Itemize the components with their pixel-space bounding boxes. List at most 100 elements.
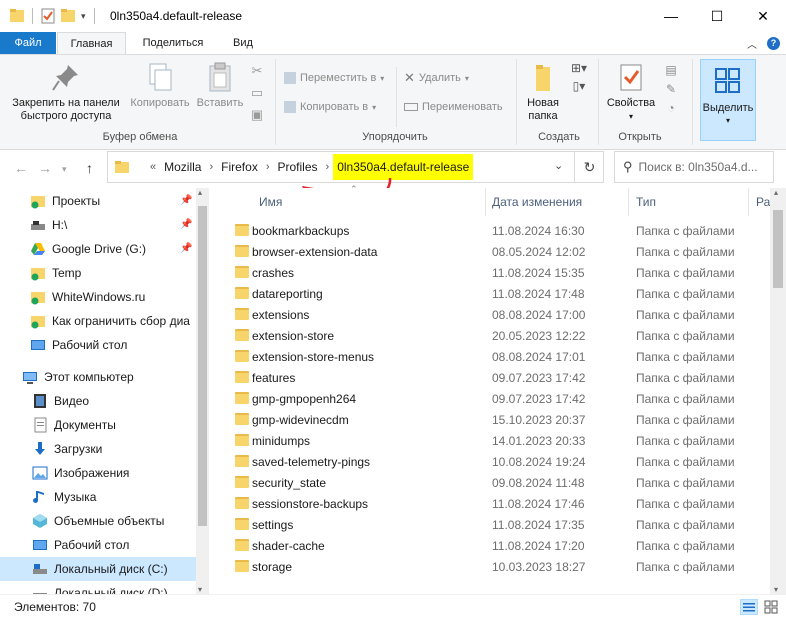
table-row[interactable]: shader-cache 11.08.2024 17:20 Папка с файл… <box>210 535 770 556</box>
breadcrumb-profiles[interactable]: Profiles <box>274 160 322 174</box>
nav-item-desktop[interactable]: Рабочий стол <box>32 533 209 557</box>
column-divider[interactable] <box>748 188 749 216</box>
tab-file[interactable]: Файл <box>0 32 56 54</box>
pin-quick-access-button[interactable]: Закрепить на панели быстрого доступа <box>6 61 126 123</box>
column-divider[interactable] <box>628 188 629 216</box>
scroll-up-icon[interactable]: ▴ <box>198 188 202 197</box>
easy-access-icon[interactable]: ▯▾ <box>573 79 586 93</box>
nav-item-music[interactable]: Музыка <box>32 485 209 509</box>
table-row[interactable]: minidumps 14.01.2023 20:33 Папка с файлами <box>210 430 770 451</box>
table-row[interactable]: datareporting 11.08.2024 17:48 Папка с фай… <box>210 283 770 304</box>
ribbon-options: ︿ ? <box>747 36 780 51</box>
details-view-icon[interactable] <box>740 599 758 615</box>
paste-button[interactable]: Вставить <box>194 61 246 110</box>
new-item-icon[interactable]: ⊞▾ <box>571 61 587 75</box>
pin-icon[interactable]: 📌 <box>180 219 192 230</box>
table-row[interactable]: security_state 09.08.2024 11:48 Папка с фа… <box>210 472 770 493</box>
column-divider[interactable] <box>485 188 486 216</box>
table-row[interactable]: crashes 11.08.2024 15:35 Папка с файлами <box>210 262 770 283</box>
recent-locations-icon[interactable]: ▾ <box>62 164 67 175</box>
chevron-down-icon[interactable]: ▾ <box>81 11 86 22</box>
tab-view[interactable]: Вид <box>220 32 266 54</box>
table-row[interactable]: settings 11.08.2024 17:35 Папка с файлами <box>210 514 770 535</box>
nav-item-3d-objects[interactable]: Объемные объекты <box>32 509 209 533</box>
close-button[interactable]: ✕ <box>740 0 786 32</box>
minimize-button[interactable]: — <box>648 0 694 32</box>
chevron-right-icon[interactable]: › <box>322 161 334 173</box>
properties-button[interactable]: Свойства ▾ <box>604 61 658 123</box>
delete-button[interactable]: ✕ Удалить ▾ <box>404 69 469 87</box>
nav-label: Загрузки <box>54 442 103 456</box>
edit-icon[interactable]: ✎ <box>666 82 676 96</box>
rename-button[interactable]: Переименовать <box>404 98 503 116</box>
forward-arrow-icon[interactable]: → <box>38 160 52 176</box>
scroll-up-icon[interactable]: ▴ <box>774 188 778 197</box>
scrollbar-thumb[interactable] <box>198 206 207 526</box>
nav-item-this-pc[interactable]: Этот компьютер <box>22 365 209 389</box>
search-box[interactable]: ⚲ Поиск в: 0ln350a4.d... <box>614 151 774 183</box>
nav-item-limit-diagnostics[interactable]: Как ограничить сбор диа <box>30 309 196 333</box>
nav-item-local-disk-d[interactable]: Локальный диск (D:) <box>32 581 209 594</box>
scroll-down-icon[interactable]: ▾ <box>774 585 778 594</box>
pin-icon[interactable]: 📌 <box>180 195 192 206</box>
cut-icon[interactable]: ✂ <box>252 63 263 79</box>
move-to-button[interactable]: Переместить в ▾ <box>284 69 384 87</box>
breadcrumb-firefox[interactable]: Firefox <box>217 160 262 174</box>
tab-share[interactable]: Поделиться <box>128 32 218 54</box>
properties-icon[interactable] <box>41 8 55 24</box>
content-scrollbar[interactable]: ▴ ▾ <box>770 188 786 594</box>
table-row[interactable]: extension-store 20.05.2023 12:22 Папка с ф… <box>210 325 770 346</box>
paste-shortcut-icon[interactable]: ▣ <box>251 107 263 123</box>
column-name[interactable]: Имя <box>259 188 282 216</box>
nav-item-desktop-quick[interactable]: Рабочий стол <box>30 333 209 357</box>
history-icon[interactable]: ◔ <box>667 101 674 115</box>
copy-path-icon[interactable]: ▭ <box>251 85 263 101</box>
nav-item-pictures[interactable]: Изображения <box>32 461 209 485</box>
table-row[interactable]: browser-extension-data 08.05.2024 12:02 Па… <box>210 241 770 262</box>
help-icon[interactable]: ? <box>767 37 780 50</box>
breadcrumb-overflow[interactable]: « <box>146 161 160 173</box>
nav-scrollbar[interactable]: ▴ ▾ <box>196 188 209 594</box>
rename-icon <box>404 103 418 111</box>
scrollbar-thumb[interactable] <box>773 210 783 288</box>
open-icon[interactable]: ▤ <box>665 63 676 77</box>
scroll-down-icon[interactable]: ▾ <box>198 585 202 594</box>
nav-item-downloads[interactable]: Загрузки <box>32 437 209 461</box>
nav-item-video[interactable]: Видео <box>32 389 209 413</box>
table-row[interactable]: gmp-widevinecdm 15.10.2023 20:37 Папка с ф… <box>210 409 770 430</box>
table-row[interactable]: extensions 08.08.2024 17:00 Папка с файлам… <box>210 304 770 325</box>
up-arrow-icon[interactable]: ↑ <box>86 160 93 176</box>
file-name: sessionstore-backups <box>252 496 369 511</box>
table-row[interactable]: bookmarkbackups 11.08.2024 16:30 Папка с ф… <box>210 220 770 241</box>
folder-icon <box>235 308 249 320</box>
breadcrumb-mozilla[interactable]: Mozilla <box>160 160 205 174</box>
table-row[interactable]: storage 10.03.2023 18:27 Папка с файлами <box>210 556 770 577</box>
back-arrow-icon[interactable]: ← <box>14 160 28 176</box>
table-row[interactable]: features 09.07.2023 17:42 Папка с файлами <box>210 367 770 388</box>
table-row[interactable]: sessionstore-backups 11.08.2024 17:46 Папк… <box>210 493 770 514</box>
column-size[interactable]: Ра <box>756 188 770 216</box>
large-icons-view-icon[interactable] <box>762 599 780 615</box>
collapse-ribbon-icon[interactable]: ︿ <box>747 36 757 51</box>
chevron-down-icon[interactable]: ⌄ <box>554 159 563 172</box>
tab-home[interactable]: Главная <box>57 32 126 54</box>
table-row[interactable]: extension-store-menus 08.08.2024 17:01 Пап… <box>210 346 770 367</box>
nav-item-local-disk-c[interactable]: Локальный диск (C:) <box>0 557 196 581</box>
column-date[interactable]: Дата изменения <box>492 188 582 216</box>
chevron-right-icon[interactable]: › <box>205 161 217 173</box>
copy-to-button[interactable]: Копировать в ▾ <box>284 98 376 116</box>
column-type[interactable]: Тип <box>636 188 656 216</box>
table-row[interactable]: saved-telemetry-pings 10.08.2024 19:24 Пап… <box>210 451 770 472</box>
maximize-button[interactable]: ☐ <box>694 0 740 32</box>
refresh-button[interactable]: ↻ <box>574 152 604 182</box>
copy-button[interactable]: Копировать <box>126 61 194 110</box>
nav-item-temp[interactable]: Temp <box>30 261 209 285</box>
chevron-right-icon[interactable]: › <box>262 161 274 173</box>
new-folder-icon[interactable] <box>61 8 75 24</box>
pin-icon[interactable]: 📌 <box>180 243 192 254</box>
new-folder-button[interactable]: Новая папка <box>522 61 564 123</box>
select-button[interactable]: Выделить ▾ <box>700 59 756 141</box>
nav-item-whitewindows[interactable]: WhiteWindows.ru <box>30 285 209 309</box>
nav-item-documents[interactable]: Документы <box>32 413 209 437</box>
table-row[interactable]: gmp-gmpopenh264 09.07.2023 17:42 Папка с ф… <box>210 388 770 409</box>
